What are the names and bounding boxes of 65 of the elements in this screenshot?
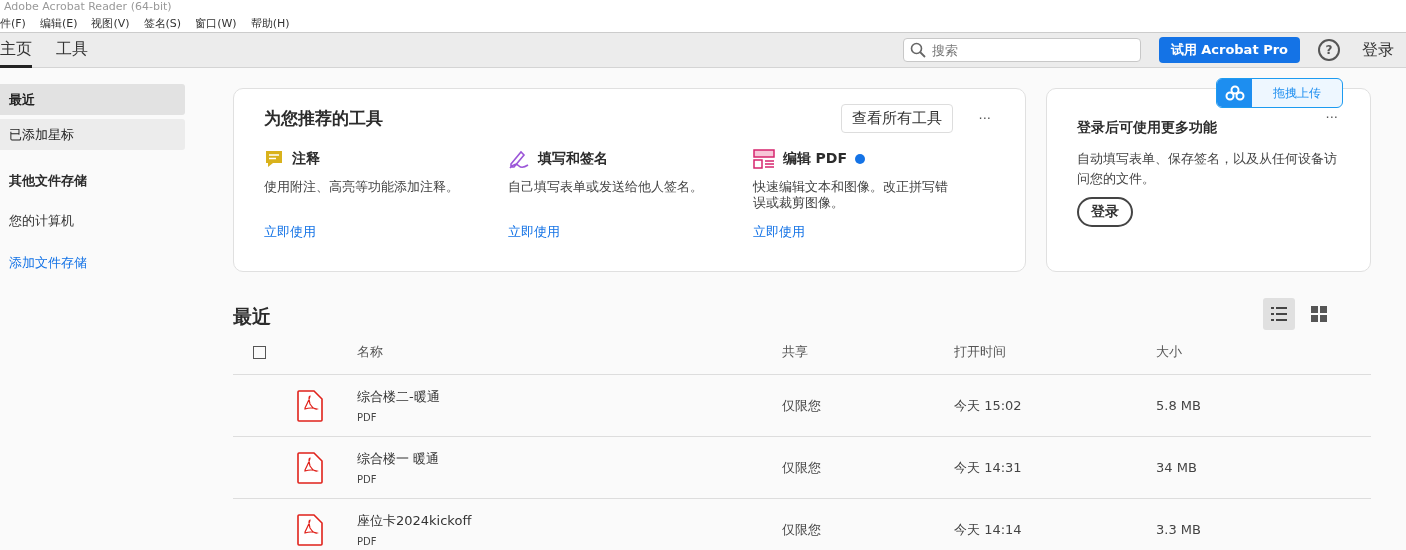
pen-icon	[508, 149, 531, 169]
sidebar-item[interactable]: 已添加星标	[0, 119, 185, 150]
card-title: 登录后可使用更多功能	[1077, 119, 1218, 137]
menu-item[interactable]: 签名(S)	[143, 15, 182, 31]
login-link[interactable]: 登录	[1362, 39, 1394, 61]
cloud-icon	[1224, 85, 1245, 101]
column-header[interactable]: 打开时间	[954, 343, 1006, 361]
sidebar-item[interactable]: 最近	[0, 84, 185, 115]
comment-icon	[264, 149, 284, 169]
grid-icon	[1311, 306, 1327, 322]
use-now-link[interactable]: 立即使用	[264, 224, 316, 239]
edit-pdf-icon	[752, 149, 775, 169]
opened-time: 今天 15:02	[954, 396, 1022, 415]
section-title: 其他文件存储	[8, 172, 88, 190]
add-storage-link[interactable]: 添加文件存储	[0, 244, 185, 282]
use-now-link[interactable]: 立即使用	[752, 224, 805, 239]
sidebar-item[interactable]: 您的计算机	[0, 202, 185, 240]
tab[interactable]: 主页	[0, 32, 32, 68]
sharing-status: 仅限您	[782, 458, 821, 477]
tool-name: 填写和签名	[538, 150, 609, 168]
column-header[interactable]: 大小	[1156, 343, 1182, 361]
try-pro-button[interactable]: 试用 Acrobat Pro	[1158, 37, 1300, 63]
more-button[interactable]: ···	[972, 110, 997, 127]
list-icon	[1270, 306, 1288, 322]
tool-name: 编辑 PDF	[782, 150, 847, 168]
sharing-status: 仅限您	[782, 520, 821, 539]
menu-item[interactable]: 视图(V)	[91, 15, 130, 31]
tab[interactable]: 工具	[56, 32, 88, 68]
pdf-file-icon	[297, 389, 323, 422]
file-size: 3.3 MB	[1156, 522, 1201, 537]
help-icon[interactable]: ?	[1318, 39, 1340, 61]
file-size: 34 MB	[1156, 460, 1197, 475]
login-button[interactable]: 登录	[1077, 197, 1133, 227]
file-name[interactable]: 座位卡2024kickoff	[357, 512, 472, 530]
view-all-tools-button[interactable]: 查看所有工具	[840, 104, 953, 133]
menu-item[interactable]: 帮助(H)	[250, 15, 290, 31]
opened-time: 今天 14:31	[954, 458, 1022, 477]
sharing-status: 仅限您	[782, 396, 821, 415]
tool-description: 快速编辑文本和图像。改正拼写错误或裁剪图像。	[752, 179, 949, 212]
file-type: PDF	[357, 474, 377, 485]
menu-item[interactable]: 编辑(E)	[39, 15, 78, 31]
window-title: Adobe Acrobat Reader (64-bit)	[0, 0, 1406, 14]
tool-name: 注释	[292, 150, 320, 168]
list-view-button[interactable]	[1263, 298, 1295, 330]
column-header[interactable]: 共享	[782, 343, 808, 361]
use-now-link[interactable]: 立即使用	[508, 224, 561, 239]
opened-time: 今天 14:14	[954, 520, 1022, 539]
menu-item[interactable]: 窗口(W)	[195, 15, 237, 31]
pdf-file-icon	[297, 451, 323, 484]
card-text: 自动填写表单、保存签名，以及从任何设备访问您的文件。	[1077, 150, 1338, 188]
tool-description: 使用附注、高亮等功能添加注释。	[264, 179, 460, 196]
file-size: 5.8 MB	[1156, 398, 1201, 413]
search-field[interactable]: 搜索	[902, 38, 1141, 62]
tool-description: 自己填写表单或发送给他人签名。	[508, 179, 705, 196]
more-button[interactable]: ···	[1319, 109, 1344, 126]
file-type: PDF	[357, 412, 377, 423]
menu-item[interactable]: 件(F)	[0, 15, 26, 31]
section-title: 最近	[233, 304, 272, 329]
file-name[interactable]: 综合楼二-暖通	[357, 388, 440, 406]
column-header[interactable]: 名称	[357, 343, 383, 361]
file-name[interactable]: 综合楼一 暖通	[357, 450, 440, 468]
file-type: PDF	[357, 536, 377, 547]
card-title: 为您推荐的工具	[264, 107, 384, 130]
pdf-file-icon	[297, 513, 323, 546]
select-all-checkbox[interactable]	[253, 345, 266, 359]
